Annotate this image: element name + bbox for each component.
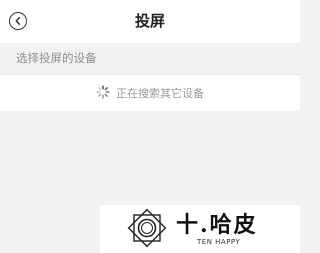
page-title: 投屏 bbox=[134, 12, 165, 30]
searching-status-text: 正在搜索其它设备 bbox=[116, 87, 204, 100]
loading-spinner-icon bbox=[96, 84, 116, 103]
brand-logo-icon bbox=[127, 208, 167, 248]
watermark: 十.哈皮 TEN HAPPY bbox=[100, 205, 300, 253]
device-section-label: 选择投屏的设备 bbox=[16, 51, 97, 65]
app-header: 投屏 bbox=[0, 0, 300, 43]
brand-name-en: TEN HAPPY bbox=[197, 238, 241, 246]
brand-name-cn: 十.哈皮 bbox=[176, 212, 258, 238]
searching-status-row: 正在搜索其它设备 bbox=[0, 75, 300, 111]
